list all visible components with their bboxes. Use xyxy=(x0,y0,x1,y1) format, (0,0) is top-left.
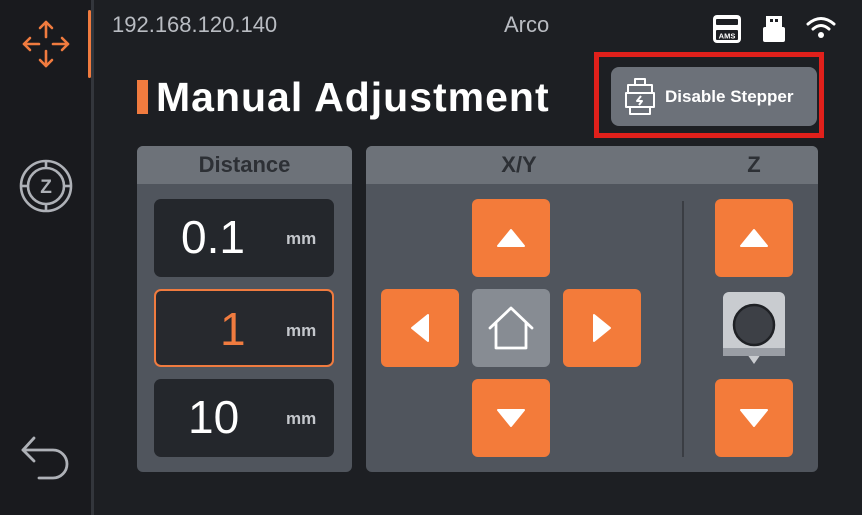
ams-label: AMS xyxy=(719,32,736,41)
arrow-right-icon xyxy=(593,314,611,342)
distance-value: 1 xyxy=(220,303,246,355)
wifi-icon xyxy=(806,17,836,38)
page-title: Manual Adjustment xyxy=(156,74,550,120)
sidebar-item-move[interactable] xyxy=(0,10,91,78)
move-z-down-button[interactable] xyxy=(715,379,793,457)
xy-z-divider xyxy=(682,201,684,457)
move-x-plus-button[interactable] xyxy=(563,289,641,367)
svg-text:Z: Z xyxy=(40,177,52,198)
distance-value: 10 xyxy=(188,391,240,443)
sidebar-divider xyxy=(91,0,94,515)
disable-stepper-button[interactable]: Disable Stepper xyxy=(611,67,817,126)
home-icon xyxy=(488,306,534,350)
sidebar: Z xyxy=(0,0,91,515)
disable-stepper-label: Disable Stepper xyxy=(665,86,794,106)
title-accent-bar xyxy=(137,80,148,114)
move-y-minus-button[interactable] xyxy=(472,379,550,457)
distance-header: Distance xyxy=(137,146,352,184)
arrow-up-icon xyxy=(497,229,525,247)
distance-option-10[interactable]: 10 mm xyxy=(154,379,334,457)
distance-unit: mm xyxy=(286,321,317,340)
distance-header-label: Distance xyxy=(198,152,291,177)
stepper-motor-icon xyxy=(625,77,655,115)
usb-drive-icon xyxy=(763,16,785,42)
distance-option-0.1[interactable]: 0.1 mm xyxy=(154,199,334,277)
distance-option-1[interactable]: 1 mm xyxy=(154,289,334,367)
device-name: Arco xyxy=(504,12,550,37)
printer-screen: Z 192.168.120.140 Arco AMS Manual Adjust… xyxy=(0,0,862,515)
arrow-down-icon xyxy=(740,409,768,427)
movement-header: X/Y Z xyxy=(366,146,818,184)
z-offset-icon: Z xyxy=(19,159,72,213)
move-x-minus-button[interactable] xyxy=(381,289,459,367)
back-icon xyxy=(21,436,68,480)
xy-header-label: X/Y xyxy=(501,152,537,177)
distance-value: 0.1 xyxy=(181,211,245,263)
movement-panel: X/Y Z xyxy=(366,146,818,472)
move-y-plus-button[interactable] xyxy=(472,199,550,277)
distance-panel: Distance 0.1 mm 1 mm 10 mm xyxy=(137,146,352,472)
sidebar-item-z-offset[interactable]: Z xyxy=(0,152,91,220)
ams-icon: AMS xyxy=(713,15,741,43)
z-header-label: Z xyxy=(747,152,761,177)
move-z-up-button[interactable] xyxy=(715,199,793,277)
distance-unit: mm xyxy=(286,409,317,428)
arrow-up-icon xyxy=(740,229,768,247)
ip-address: 192.168.120.140 xyxy=(112,12,278,37)
arrow-left-icon xyxy=(411,314,429,342)
z-bed-indicator-icon xyxy=(723,292,785,364)
distance-unit: mm xyxy=(286,229,317,248)
home-button[interactable] xyxy=(472,289,550,367)
arrow-down-icon xyxy=(497,409,525,427)
back-button[interactable] xyxy=(0,425,91,497)
move-axes-icon xyxy=(22,20,69,68)
